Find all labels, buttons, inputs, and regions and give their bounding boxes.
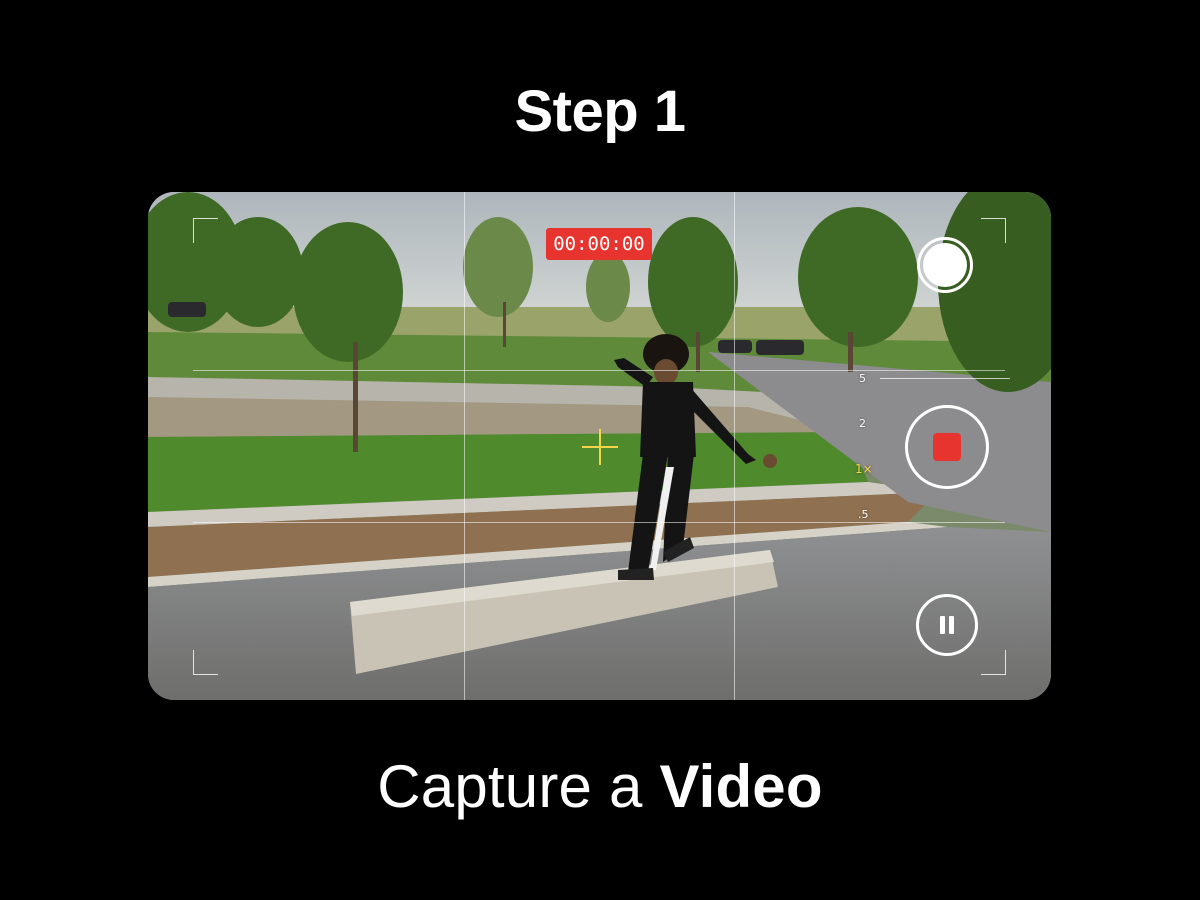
- grid-vertical-line-1: [464, 192, 465, 700]
- grid-horizontal-line-1: [193, 370, 1005, 371]
- frame-corner-top-right: [981, 218, 1006, 243]
- grid-vertical-line-2: [734, 192, 735, 700]
- focus-crosshair-icon: [582, 429, 618, 465]
- zoom-level-1x[interactable]: 1×: [855, 462, 873, 476]
- zoom-level-2[interactable]: 2: [859, 417, 866, 430]
- zoom-level-5[interactable]: 5: [859, 372, 866, 385]
- pause-icon-bar: [949, 616, 954, 634]
- step-card: Step 1 00:00:00 5 2 1× .5 Capture a Vide…: [0, 0, 1200, 900]
- frame-corner-top-left: [193, 218, 218, 243]
- camera-viewfinder[interactable]: 00:00:00 5 2 1× .5: [148, 192, 1051, 700]
- stop-record-button[interactable]: [905, 405, 989, 489]
- grid-horizontal-line-2: [193, 522, 1005, 523]
- step-title: Step 1: [514, 79, 686, 144]
- pause-button[interactable]: [916, 594, 978, 656]
- stop-record-icon: [933, 433, 961, 461]
- caption-regular-text: Capture a: [377, 753, 660, 820]
- pause-icon: [940, 616, 945, 634]
- zoom-tick: [880, 378, 1010, 379]
- caption: Capture a Video: [0, 752, 1200, 821]
- shutter-button[interactable]: [917, 237, 973, 293]
- frame-corner-bottom-right: [981, 650, 1006, 675]
- zoom-level-0-5[interactable]: .5: [858, 508, 869, 521]
- recording-timer: 00:00:00: [546, 228, 652, 260]
- caption-bold-text: Video: [659, 753, 823, 820]
- frame-corner-bottom-left: [193, 650, 218, 675]
- shutter-icon: [923, 243, 967, 287]
